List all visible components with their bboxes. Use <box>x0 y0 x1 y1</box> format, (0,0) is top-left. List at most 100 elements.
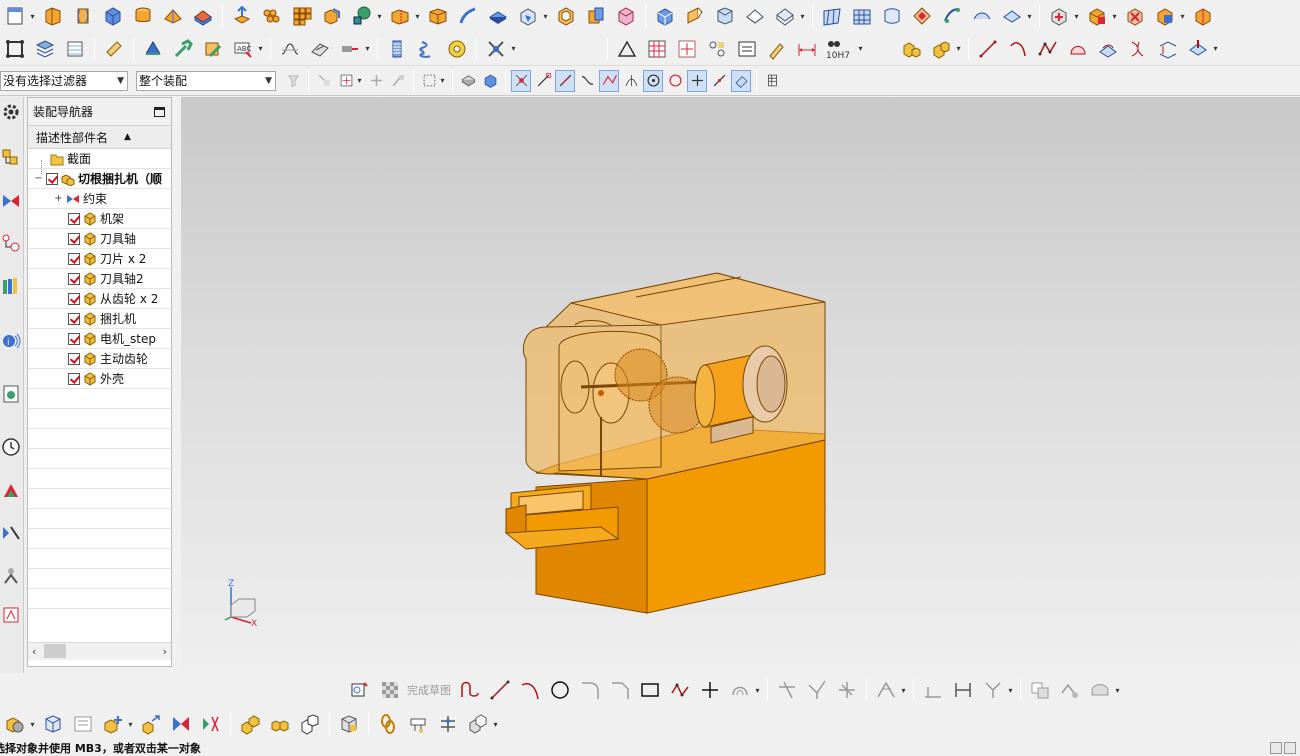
finish-sketch-icon[interactable] <box>377 677 403 703</box>
move-face-icon[interactable] <box>229 3 255 29</box>
sphere-icon[interactable] <box>190 3 216 29</box>
tree-node-component[interactable]: 刀具轴2 <box>28 269 171 289</box>
pattern-icon[interactable] <box>259 3 285 29</box>
tools-icon[interactable] <box>170 36 196 62</box>
split-body-icon[interactable] <box>425 3 451 29</box>
visibility-checkbox[interactable] <box>68 312 80 325</box>
revolve-icon[interactable] <box>70 3 96 29</box>
scroll-right-icon[interactable]: › <box>163 645 167 658</box>
weld-icon[interactable] <box>898 36 924 62</box>
profile-icon[interactable] <box>457 677 483 703</box>
weld-point-icon[interactable] <box>928 36 954 62</box>
gear-icon[interactable] <box>0 99 22 125</box>
clearance-analysis-icon[interactable] <box>336 711 362 737</box>
select-intersection-icon[interactable] <box>366 70 386 92</box>
offset-face-icon[interactable] <box>515 3 541 29</box>
snap-point-on-curve-icon[interactable] <box>709 70 729 92</box>
rectangle-icon[interactable] <box>637 677 663 703</box>
visibility-checkbox[interactable] <box>68 332 80 345</box>
curve-icon[interactable] <box>140 36 166 62</box>
chamfer-icon[interactable] <box>682 3 708 29</box>
extend-icon[interactable] <box>804 677 830 703</box>
component-array-icon[interactable] <box>70 711 96 737</box>
sweep-icon[interactable] <box>455 3 481 29</box>
mesh-surface-icon[interactable] <box>849 3 875 29</box>
reference-set-icon[interactable] <box>465 711 491 737</box>
assembly-icon[interactable] <box>2 711 28 737</box>
finish-sketch-label[interactable]: 完成草图 <box>407 682 451 698</box>
cylinder-icon[interactable] <box>130 3 156 29</box>
status-icon-a[interactable] <box>1270 742 1282 754</box>
unite-icon[interactable] <box>319 3 345 29</box>
face-analysis-icon[interactable] <box>307 36 333 62</box>
web-browser-icon[interactable] <box>0 381 22 407</box>
hole-icon[interactable] <box>712 3 738 29</box>
datum-icon[interactable] <box>674 36 700 62</box>
part-navigator-icon[interactable] <box>0 230 22 256</box>
kinematic-chain-icon[interactable] <box>435 711 461 737</box>
dropdown-arrow[interactable]: ▾ <box>29 12 36 21</box>
array-icon[interactable] <box>289 3 315 29</box>
horizontal-scrollbar[interactable]: ‹ › <box>28 642 171 660</box>
dropdown-arrow[interactable]: ▾ <box>542 12 549 21</box>
dropdown-arrow[interactable]: ▾ <box>955 44 962 53</box>
selection-scope-select[interactable]: 整个装配 ▼ <box>136 70 276 91</box>
through-curves-icon[interactable] <box>879 3 905 29</box>
text-icon[interactable]: ABC <box>230 36 256 62</box>
dimension-sketch-icon[interactable] <box>950 677 976 703</box>
dropdown-arrow[interactable]: ▾ <box>364 44 371 53</box>
dropdown-arrow[interactable]: ▾ <box>1179 12 1186 21</box>
circle-icon[interactable] <box>547 677 573 703</box>
new-file-icon[interactable] <box>2 3 28 29</box>
status-icon-b[interactable] <box>1284 742 1296 754</box>
explosion-view-icon[interactable] <box>237 711 263 737</box>
dropdown-arrow[interactable]: ▾ <box>1073 12 1080 21</box>
offset-icon[interactable] <box>727 677 753 703</box>
object-display-icon[interactable] <box>101 36 127 62</box>
line-icon[interactable] <box>487 677 513 703</box>
select-component-icon[interactable] <box>480 70 500 92</box>
block-icon[interactable] <box>100 3 126 29</box>
extension-icon[interactable] <box>999 3 1025 29</box>
layer-settings-icon[interactable] <box>62 36 88 62</box>
visibility-checkbox[interactable] <box>68 292 80 305</box>
snap-enable-icon[interactable] <box>511 69 531 92</box>
manufacturing-wizard-icon[interactable] <box>0 562 22 588</box>
fillet-icon[interactable] <box>577 677 603 703</box>
surface-icon[interactable] <box>819 3 845 29</box>
add-component-icon[interactable] <box>1046 3 1072 29</box>
tree-node-constraints[interactable]: + 约束 <box>28 189 171 209</box>
dropdown-arrow[interactable]: ▾ <box>1111 12 1118 21</box>
shell-icon[interactable] <box>553 3 579 29</box>
tree-node-component[interactable]: 捆扎机 <box>28 309 171 329</box>
spring-icon[interactable] <box>384 36 410 62</box>
rib-icon[interactable] <box>772 3 798 29</box>
dropdown-arrow[interactable]: ▾ <box>414 12 421 21</box>
maximize-icon[interactable] <box>154 106 165 117</box>
show-hide-constraints-icon[interactable] <box>198 711 224 737</box>
column-header[interactable]: 描述性部件名 ▲ <box>28 125 171 149</box>
blend-icon[interactable] <box>613 3 639 29</box>
arc-curve-icon[interactable] <box>1005 36 1031 62</box>
bearing-icon[interactable] <box>444 36 470 62</box>
visibility-checkbox[interactable] <box>68 372 80 385</box>
visibility-checkbox[interactable] <box>68 232 80 245</box>
measure-icon[interactable] <box>337 36 363 62</box>
extract-curve-icon[interactable] <box>1185 36 1211 62</box>
reuse-library-icon[interactable] <box>0 273 22 299</box>
info-icon[interactable]: i <box>0 328 22 354</box>
boss-icon[interactable] <box>742 3 768 29</box>
visibility-checkbox[interactable] <box>68 212 80 225</box>
type-filter-select[interactable]: 没有选择过滤器 ▼ <box>0 70 128 91</box>
dimension-icon[interactable] <box>794 36 820 62</box>
select-body-icon[interactable] <box>458 70 478 92</box>
dropdown-arrow[interactable]: ▾ <box>257 44 264 53</box>
dropdown-arrow[interactable]: ▾ <box>439 76 446 85</box>
corner-icon[interactable] <box>834 677 860 703</box>
assembly-navigator-icon[interactable] <box>0 145 22 171</box>
dropdown-arrow[interactable]: ▾ <box>376 12 383 21</box>
convert-reference-icon[interactable] <box>1027 677 1053 703</box>
note-icon[interactable] <box>734 36 760 62</box>
relations-icon[interactable] <box>980 677 1006 703</box>
process-studio-icon[interactable] <box>0 520 22 546</box>
